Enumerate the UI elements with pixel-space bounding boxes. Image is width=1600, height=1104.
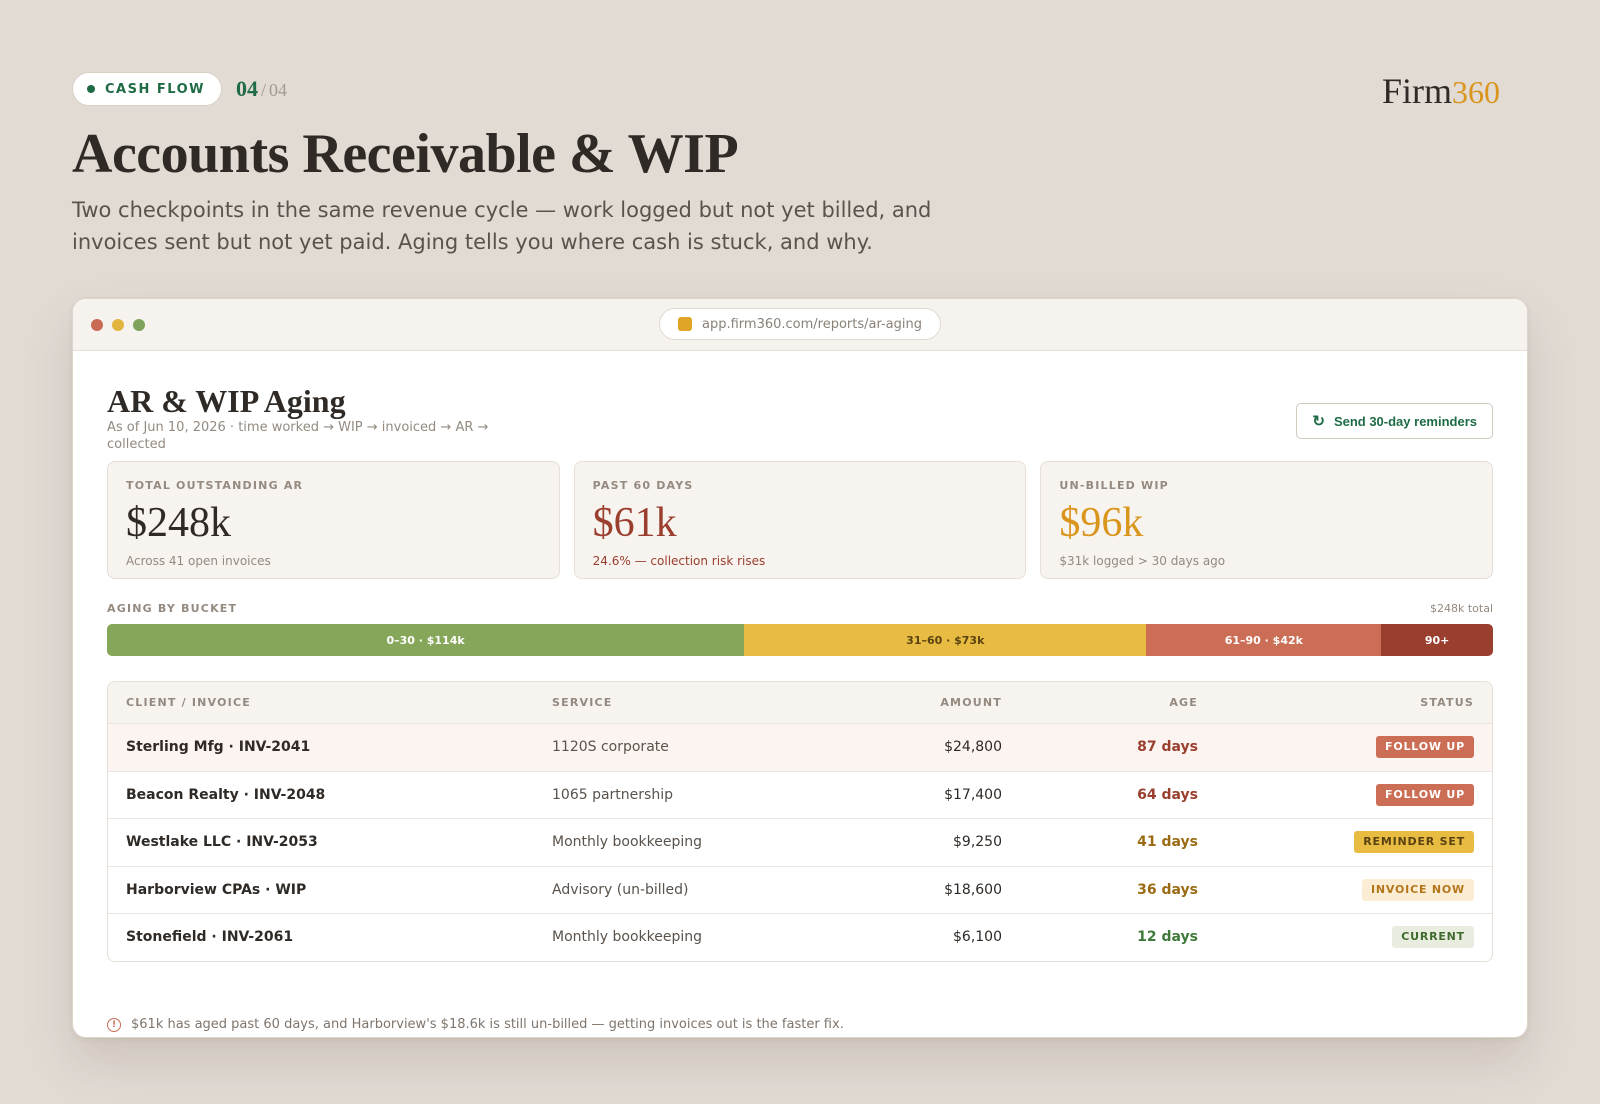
kpi-label: TOTAL OUTSTANDING AR [126,479,304,492]
status-badge[interactable]: FOLLOW UP [1376,783,1474,806]
page-lede: Two checkpoints in the same revenue cycl… [72,198,932,254]
page-indicator: 04/04 [236,76,287,102]
ar-table: CLIENT / INVOICE SERVICE AMOUNT AGE STAT… [107,681,1493,962]
report-subtitle: As of Jun 10, 2026 · time worked → WIP →… [107,420,489,452]
kpi-note: $31k logged > 30 days ago [1059,554,1226,568]
cell-amount: $9,250 [953,834,1002,851]
aging-total: $248k total [1429,602,1493,615]
cell-age: 36 days [1137,881,1198,898]
cell-age: 41 days [1137,834,1198,851]
page-total: 04 [268,80,287,100]
brand-logo: Firm360 [1382,70,1500,112]
aging-label: AGING BY BUCKET [107,602,238,615]
aging-segment: 31–60 · $73k [744,624,1147,656]
address-bar-url: app.firm360.com/reports/ar-aging [701,316,923,332]
cell-status: REMINDER SET [1198,831,1492,854]
kpi-note: 24.6% — collection risk rises [592,554,766,568]
report-title: AR & WIP Aging [107,383,346,419]
kpi-card-unbilled-wip: UN-BILLED WIP $96k $31k logged > 30 days… [1040,461,1494,579]
aging-bar: 0–30 · $114k 31–60 · $73k 61–90 · $42k 90+ [107,624,1493,656]
cell-age: 87 days [1137,739,1198,756]
status-badge[interactable]: INVOICE NOW [1362,878,1474,901]
table-row[interactable]: Stonefield · INV-2061 Monthly bookkeeping… [108,913,1492,961]
kpi-row: TOTAL OUTSTANDING AR $248k Across 41 ope… [107,461,1494,579]
column-header-amount: AMOUNT [940,696,1002,709]
status-dot [87,85,95,93]
footnote-text: $61k has aged past 60 days, and Harborvi… [131,1017,844,1032]
site-favicon-icon [677,317,692,331]
table-row[interactable]: Harborview CPAs · WIP Advisory (un-billed… [108,865,1492,914]
maximize-window-button[interactable] [133,318,145,331]
cell-status: FOLLOW UP [1198,736,1492,759]
cell-service: Advisory (un-billed) [552,881,689,898]
kpi-note: Across 41 open invoices [126,554,271,568]
cell-client: Harborview CPAs · WIP [126,881,307,898]
cell-status: FOLLOW UP [1198,783,1492,806]
browser-chrome: app.firm360.com/reports/ar-aging [73,299,1527,351]
close-window-button[interactable] [91,318,103,331]
cell-amount: $24,800 [944,739,1002,756]
brand-accent: 360 [1452,74,1500,110]
cell-status: CURRENT [1198,926,1492,949]
header-meta: CASH FLOW 04/04 [72,72,287,106]
section-pill: CASH FLOW [72,72,222,106]
cell-service: 1065 partnership [552,786,673,803]
cell-client: Westlake LLC · INV-2053 [126,834,318,851]
cell-amount: $18,600 [944,881,1002,898]
section-pill-label: CASH FLOW [105,81,205,97]
aging-segment: 61–90 · $42k [1146,624,1382,656]
table-header: CLIENT / INVOICE SERVICE AMOUNT AGE STAT… [108,682,1492,723]
cell-age: 12 days [1137,929,1198,946]
alert-icon: ! [107,1017,121,1032]
table-row[interactable]: Beacon Realty · INV-2048 1065 partnership… [108,770,1492,819]
page-separator: / [260,80,266,100]
cell-amount: $6,100 [953,929,1002,946]
column-header-client: CLIENT / INVOICE [126,696,251,709]
kpi-value: $96k [1059,500,1144,546]
kpi-card-past-60: PAST 60 DAYS $61k 24.6% — collection ris… [573,461,1027,579]
kpi-value: $248k [126,500,231,546]
page-title: Accounts Receivable & WIP [72,123,739,185]
status-badge[interactable]: FOLLOW UP [1376,736,1474,759]
aging-segment: 90+ [1381,624,1493,656]
page-current: 04 [235,76,258,101]
cell-service: 1120S corporate [552,739,669,756]
refresh-icon: ↻ [1312,412,1325,430]
kpi-card-total-ar: TOTAL OUTSTANDING AR $248k Across 41 ope… [107,461,560,579]
status-badge[interactable]: CURRENT [1392,926,1474,949]
window-controls [91,318,145,331]
brand-main: Firm [1381,71,1452,111]
aging-header: AGING BY BUCKET $248k total [107,602,1493,615]
cell-amount: $17,400 [944,786,1002,803]
address-bar[interactable]: app.firm360.com/reports/ar-aging [658,308,942,340]
kpi-label: UN-BILLED WIP [1059,479,1169,492]
footnote: ! $61k has aged past 60 days, and Harbor… [107,1017,844,1032]
cell-status: INVOICE NOW [1198,878,1492,901]
status-badge[interactable]: REMINDER SET [1354,831,1474,854]
cell-client: Stonefield · INV-2061 [126,929,294,946]
kpi-value: $61k [592,500,677,546]
cell-client: Beacon Realty · INV-2048 [126,786,326,803]
column-header-status: STATUS [1420,696,1474,709]
minimize-window-button[interactable] [112,318,124,331]
table-row[interactable]: Sterling Mfg · INV-2041 1120S corporate $2… [108,723,1492,771]
send-reminders-label: Send 30-day reminders [1333,413,1477,429]
cell-service: Monthly bookkeeping [552,834,703,851]
table-row[interactable]: Westlake LLC · INV-2053 Monthly bookkeepi… [108,818,1492,866]
cell-client: Sterling Mfg · INV-2041 [126,739,311,756]
cell-service: Monthly bookkeeping [552,929,703,946]
column-header-service: SERVICE [552,696,613,709]
cell-age: 64 days [1137,786,1198,803]
aging-segment: 0–30 · $114k [107,624,745,656]
send-reminders-button[interactable]: ↻ Send 30-day reminders [1296,403,1493,439]
kpi-label: PAST 60 DAYS [592,479,694,492]
column-header-age: AGE [1169,696,1198,709]
browser-window: app.firm360.com/reports/ar-aging AR & WI… [72,298,1528,1038]
